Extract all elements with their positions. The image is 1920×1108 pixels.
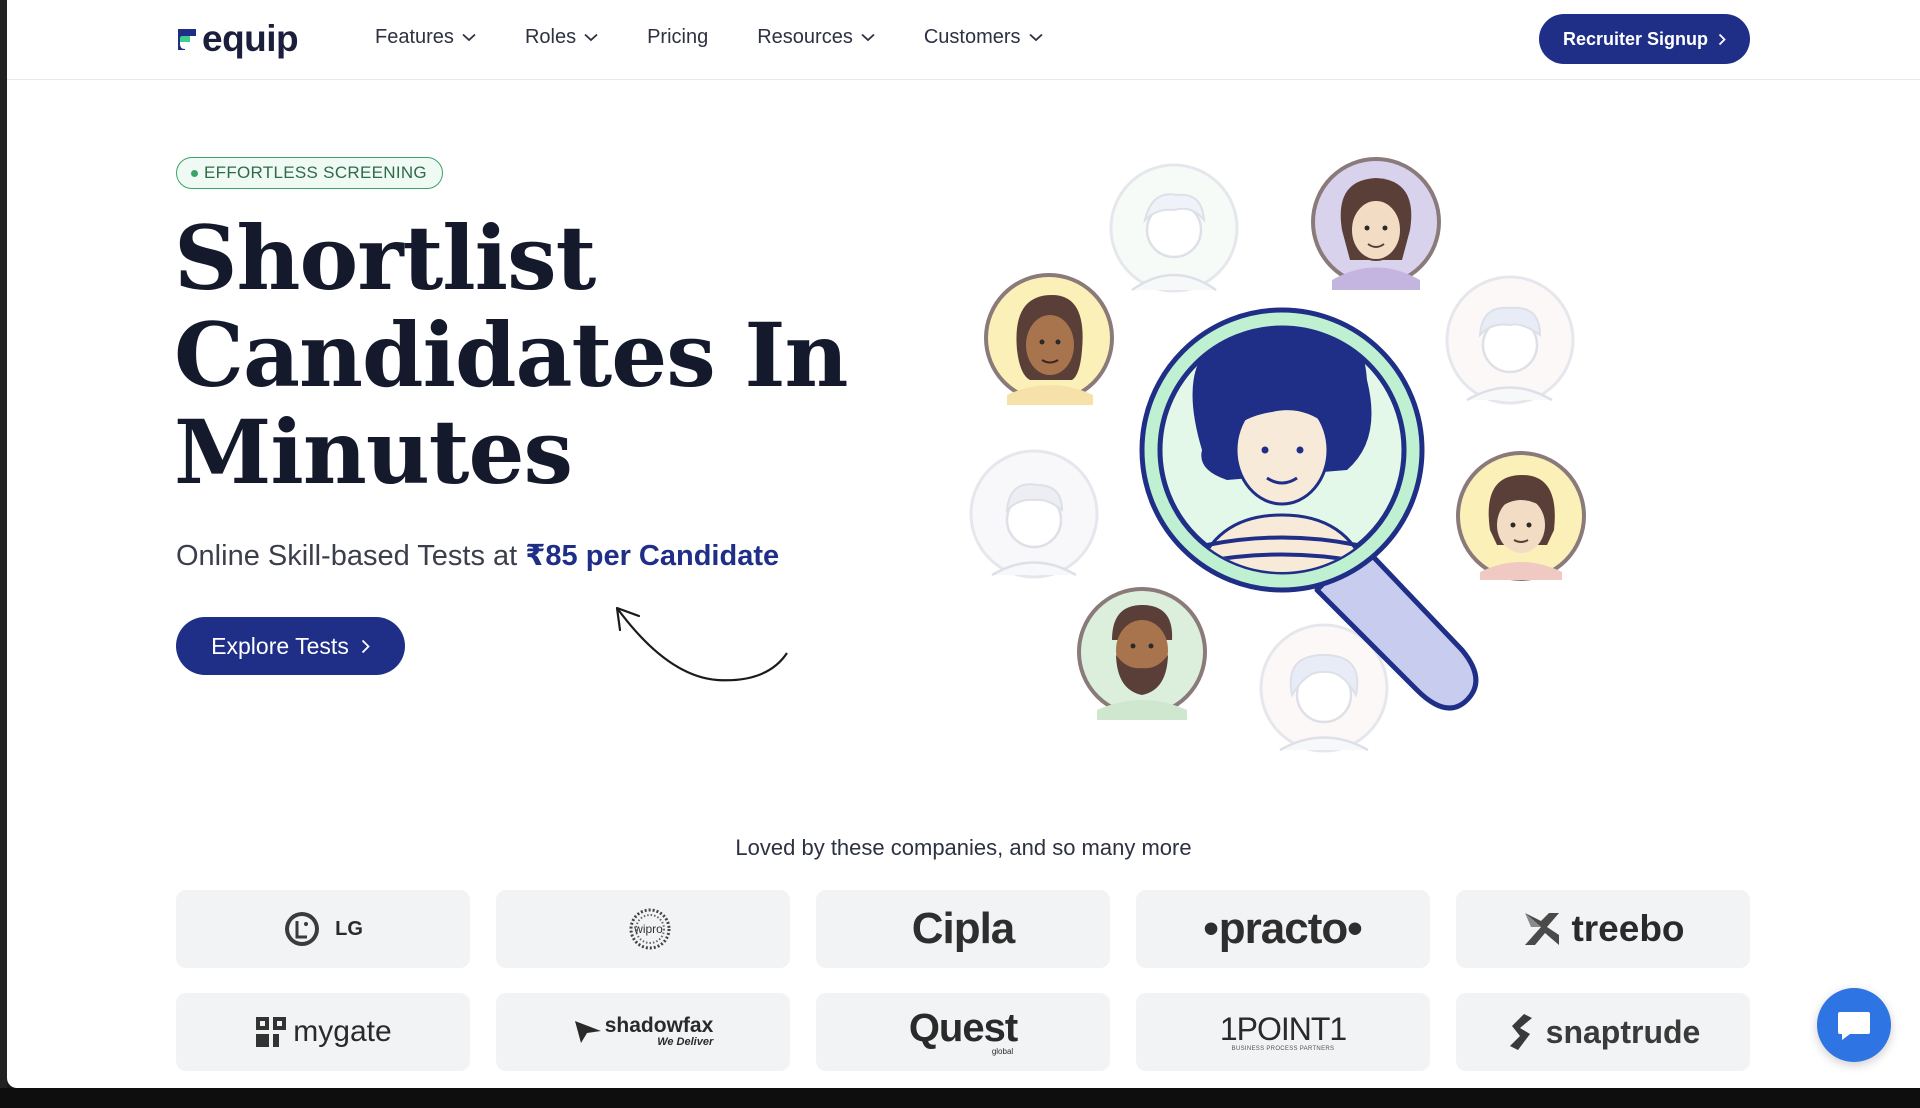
site-header: equip Features Roles Pricing Resources C… [7,0,1920,80]
explore-tests-button[interactable]: Explore Tests [176,617,405,675]
headline-line-2: Candidates In [174,303,849,407]
badge-dot [191,169,198,177]
nav-customers[interactable]: Customers [924,26,1043,49]
hero-subline: Online Skill-based Tests at ₹85 per Cand… [176,538,779,573]
cipla-logo-text: Cipla [911,904,1016,953]
company-logo-lg: LG [176,890,470,968]
equip-logo[interactable]: equip [176,17,299,61]
headline-line-3: Minutes [174,400,573,504]
snaptrude-logo-text: snaptrude [1545,1013,1701,1050]
lg-logo-text: LG [335,917,363,940]
subline-prefix: Online Skill-based Tests at [176,540,526,572]
company-logo-quest: Quest global [816,993,1110,1071]
chevron-down-icon [462,33,476,42]
effortless-screening-badge: EFFORTLESS SCREENING [176,157,443,189]
headline-line-1: Shortlist [174,206,596,310]
subline-price: ₹85 per Candidate [525,540,780,572]
company-logo-practo: • practo • [1136,890,1430,968]
desktop-taskbar-edge [0,1088,1920,1108]
chevron-down-icon [861,33,875,42]
explore-tests-label: Explore Tests [211,632,349,659]
chevron-down-icon [1028,33,1043,42]
nav-resources[interactable]: Resources [757,26,875,49]
practo-logo-dot-left: • [1203,904,1219,953]
hero-headline: Shortlist Candidates In Minutes [174,210,874,501]
companies-heading: Loved by these companies, and so many mo… [735,835,1192,860]
faded-avatar-right [1445,275,1575,405]
treebo-logo-text: treebo [1571,908,1685,949]
faded-avatar-top [1109,163,1239,293]
nav-features[interactable]: Features [375,26,476,49]
mygate-logo-icon [256,1017,287,1047]
1point1-logo-subtext: BUSINESS PROCESS PARTNERS [1231,1046,1335,1052]
curved-arrow-icon [615,606,788,682]
wipro-logo-text: wipro [634,922,663,936]
nav-features-label: Features [375,26,454,48]
chevron-right-icon [361,639,370,653]
company-logo-1point1: 1POINT1 BUSINESS PROCESS PARTNERS [1136,993,1430,1071]
chat-launcher-button[interactable] [1817,988,1891,1062]
practo-logo-dot-right: • [1347,904,1363,953]
quest-logo-subtext: global [991,1046,1014,1056]
badge-label: EFFORTLESS SCREENING [204,163,427,182]
nav-customers-label: Customers [923,26,1021,48]
company-logo-snaptrude: snaptrude [1456,993,1750,1071]
main-nav: Features Roles Pricing Resources Custome… [375,26,1092,49]
chat-bubble-icon [1838,1012,1870,1040]
faded-avatar-left [969,449,1099,579]
recruiter-signup-button[interactable]: Recruiter Signup [1539,14,1750,64]
shadowfax-tagline: We Deliver [657,1036,714,1048]
background-window-edge [0,0,7,1108]
treebo-logo-icon [1525,913,1560,945]
browser-page: equip Features Roles Pricing Resources C… [7,0,1920,1088]
magnifier-lens [1139,307,1425,593]
quest-logo-text: Quest [908,1005,1018,1050]
avatar-man-beard [1077,587,1207,720]
avatar-woman-yellow [984,273,1114,405]
avatar-woman-purple [1311,157,1441,290]
chevron-right-icon [1718,33,1726,45]
nav-roles[interactable]: Roles [525,26,598,49]
company-logo-treebo: treebo [1456,890,1750,968]
avatar-girl-yellow [1456,451,1586,581]
logo-text: equip [202,18,299,59]
chevron-down-icon [584,33,598,42]
mygate-logo-text: mygate [293,1015,392,1048]
recruiter-signup-label: Recruiter Signup [1562,28,1709,49]
company-logo-shadowfax: shadowfax We Deliver [496,993,790,1071]
company-logo-wipro: wipro [496,890,790,968]
nav-pricing-label: Pricing [647,26,709,48]
equip-logo-mark-icon [178,29,196,50]
nav-pricing[interactable]: Pricing [647,26,708,49]
practo-logo-text: practo [1218,904,1348,953]
shadowfax-logo-icon [574,1021,601,1043]
company-logo-mygate: mygate [176,993,470,1071]
snaptrude-logo-icon [1509,1014,1532,1050]
nav-roles-label: Roles [524,26,577,48]
1point1-logo-text: 1POINT1 [1219,1011,1347,1047]
nav-resources-label: Resources [757,26,853,48]
shadowfax-logo-text: shadowfax [604,1014,714,1037]
candidate-search-illustration [969,157,1586,753]
company-logo-cipla: Cipla [816,890,1110,968]
